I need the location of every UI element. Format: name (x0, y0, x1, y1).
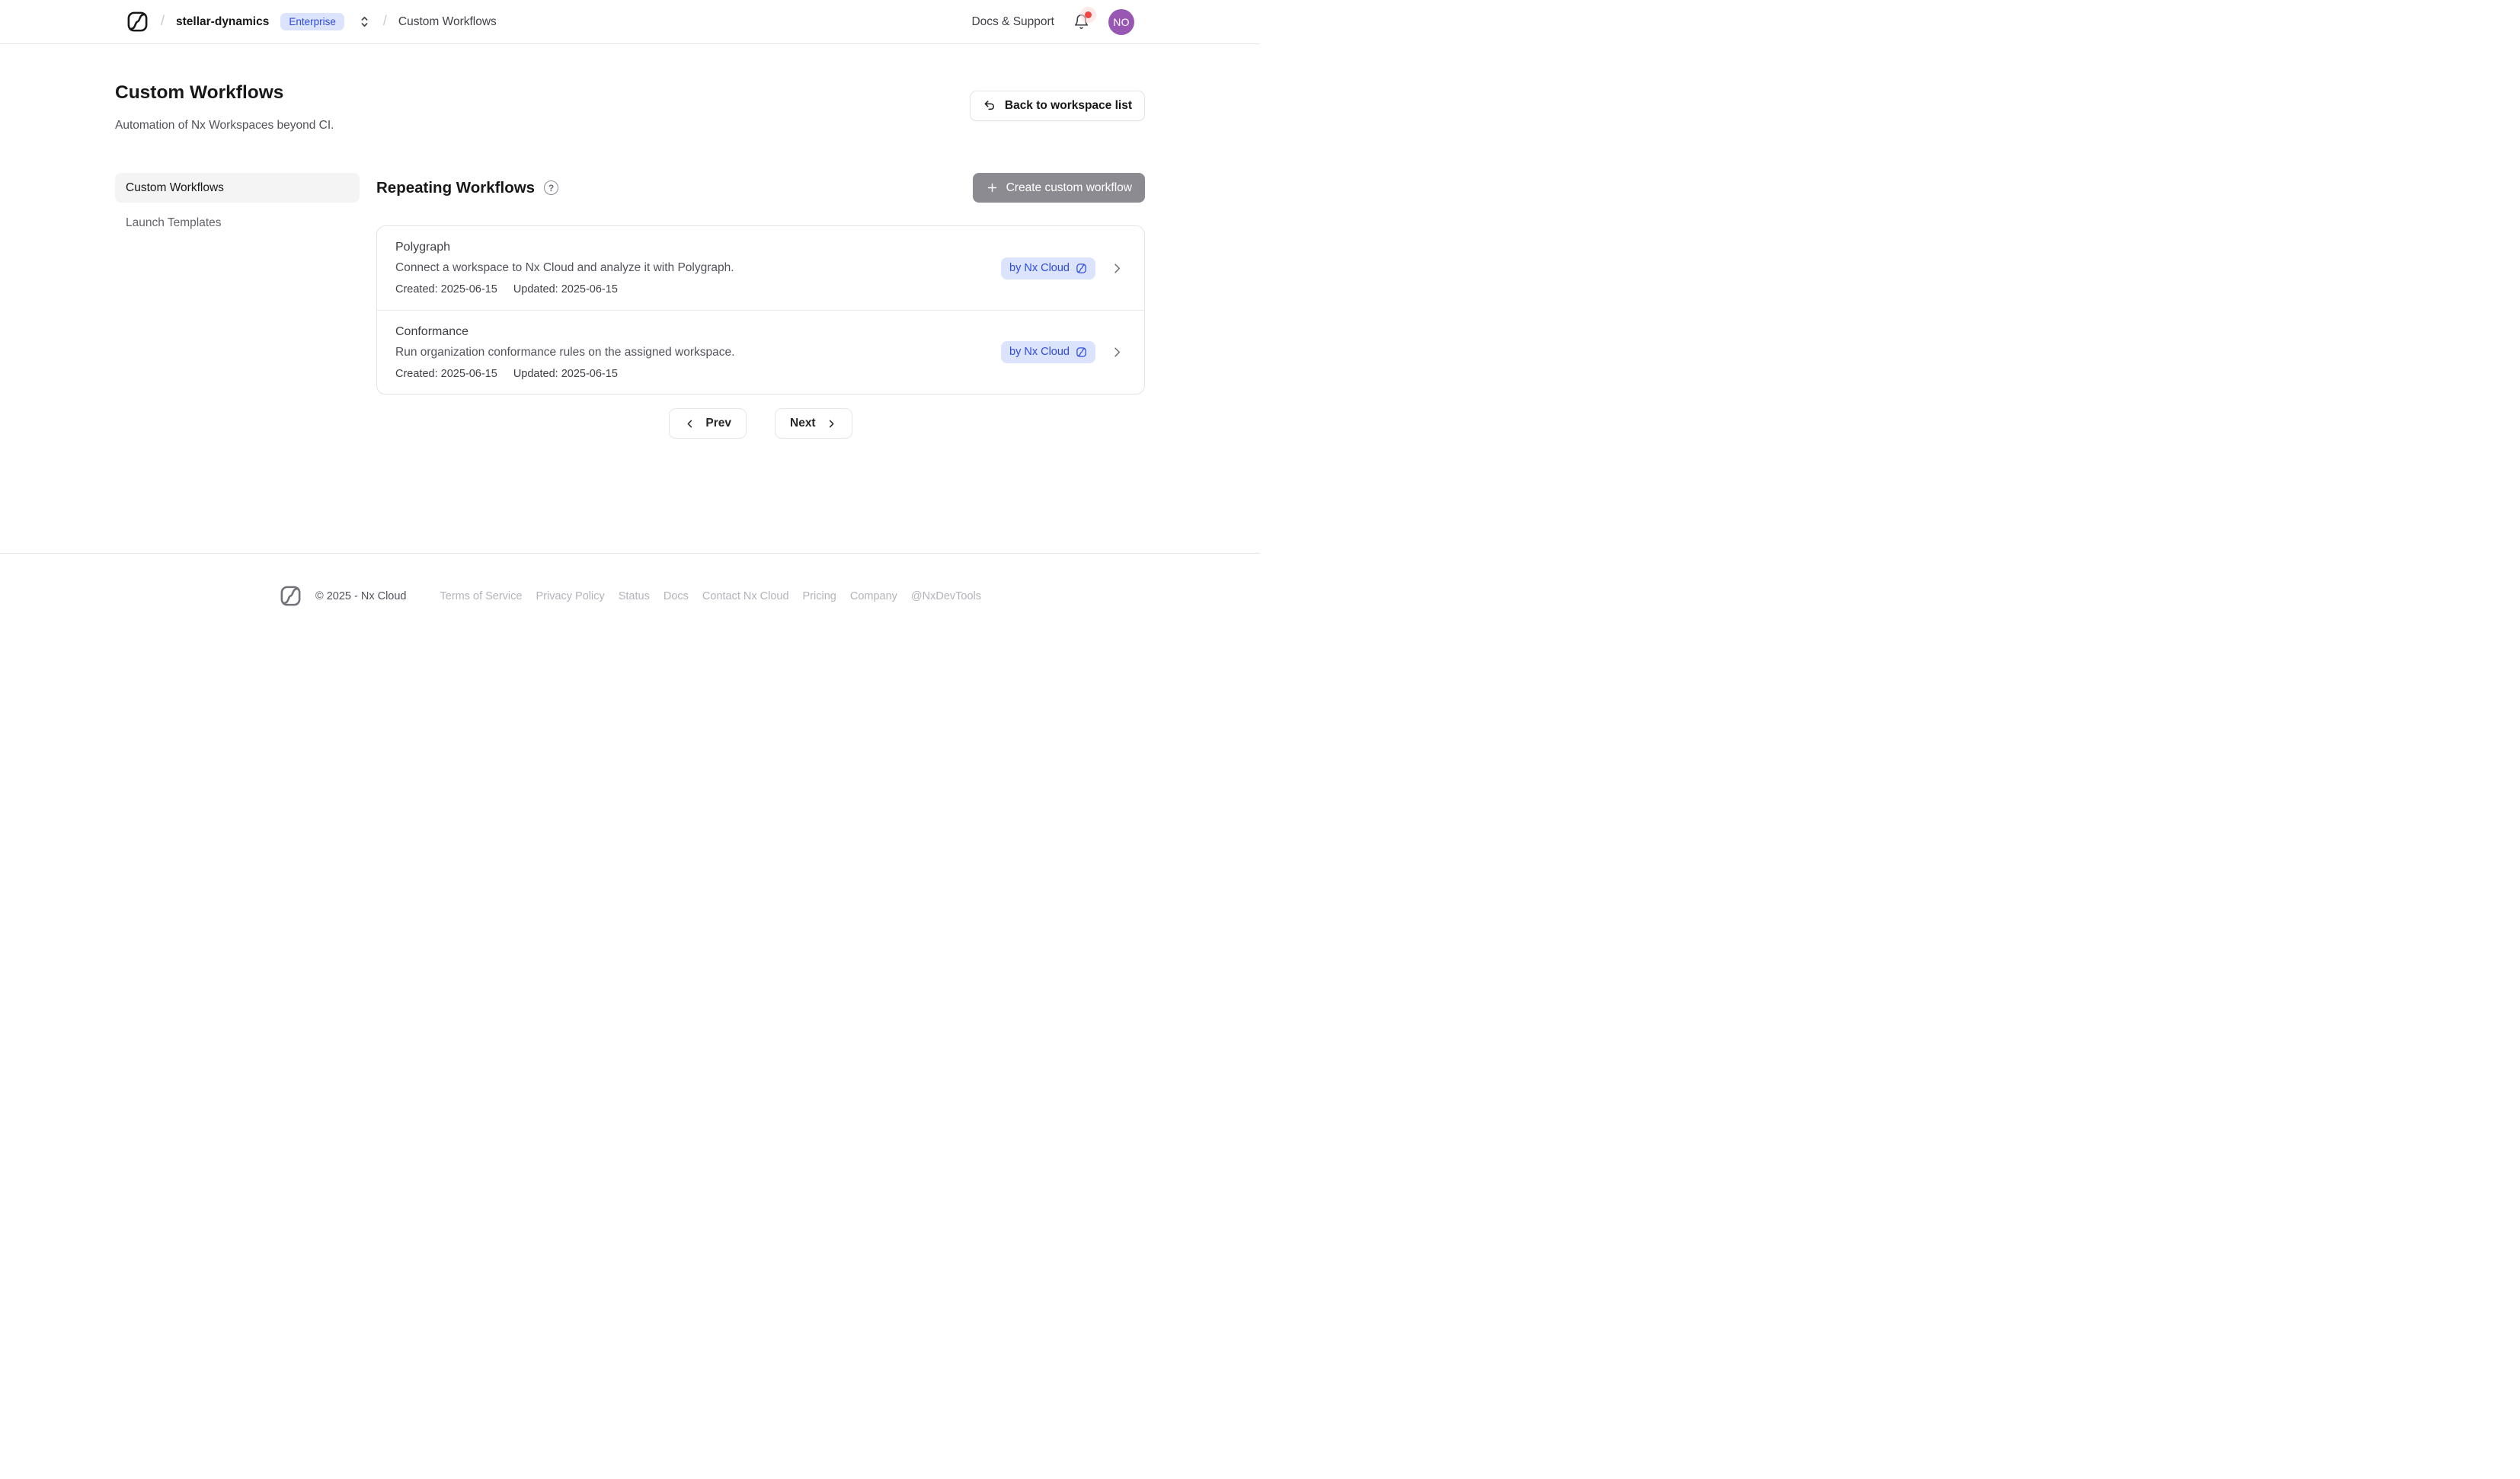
breadcrumb-current-page[interactable]: Custom Workflows (398, 15, 497, 29)
by-nx-cloud-badge: by Nx Cloud (1001, 257, 1095, 280)
nx-cloud-logo-icon (1076, 347, 1087, 358)
workflows-list: Polygraph Connect a workspace to Nx Clou… (376, 225, 1145, 395)
workflow-description: Run organization conformance rules on th… (395, 344, 734, 361)
prev-page-button[interactable]: Prev (669, 408, 747, 439)
workflow-row-polygraph[interactable]: Polygraph Connect a workspace to Nx Clou… (377, 226, 1144, 310)
sidebar-item-custom-workflows[interactable]: Custom Workflows (115, 173, 360, 203)
page-subtitle: Automation of Nx Workspaces beyond CI. (115, 118, 334, 133)
nx-cloud-logo-icon (1076, 263, 1087, 274)
badge-label: by Nx Cloud (1009, 347, 1070, 358)
plus-icon (986, 181, 999, 194)
breadcrumb: / stellar-dynamics Enterprise / Custom W… (126, 10, 497, 34)
page-header: Custom Workflows Automation of Nx Worksp… (115, 44, 1145, 133)
section-title-text: Repeating Workflows (376, 179, 535, 197)
footer-link-nxdevtools[interactable]: @NxDevTools (911, 590, 981, 602)
pagination: Prev Next (376, 408, 1145, 439)
next-page-button[interactable]: Next (775, 408, 852, 439)
main-panel: Repeating Workflows ? Create custom work… (376, 173, 1145, 439)
settings-sidebar: Custom Workflows Launch Templates (115, 173, 360, 439)
help-icon[interactable]: ? (544, 180, 558, 195)
notifications-button[interactable] (1073, 14, 1089, 30)
footer-link-docs[interactable]: Docs (664, 590, 689, 602)
nx-cloud-logo-icon[interactable] (126, 10, 149, 34)
top-navigation-bar: / stellar-dynamics Enterprise / Custom W… (0, 0, 1260, 44)
workflow-updated: Updated: 2025-06-15 (513, 282, 618, 297)
chevron-right-icon (1110, 261, 1124, 276)
create-button-label: Create custom workflow (1006, 181, 1132, 195)
create-custom-workflow-button[interactable]: Create custom workflow (973, 173, 1145, 203)
footer-links: Terms of Service Privacy Policy Status D… (440, 590, 982, 602)
prev-label: Prev (705, 417, 731, 430)
workflow-updated: Updated: 2025-06-15 (513, 366, 618, 382)
footer-link-pricing[interactable]: Pricing (803, 590, 836, 602)
topbar-actions: Docs & Support NO (971, 9, 1134, 35)
footer-link-privacy[interactable]: Privacy Policy (536, 590, 604, 602)
footer-link-terms[interactable]: Terms of Service (440, 590, 523, 602)
workflow-description: Connect a workspace to Nx Cloud and anal… (395, 260, 734, 276)
avatar-initials: NO (1113, 16, 1130, 28)
return-arrow-icon (983, 99, 996, 113)
workflow-name: Polygraph (395, 239, 734, 256)
badge-label: by Nx Cloud (1009, 263, 1070, 274)
workflow-meta: Created: 2025-06-15 Updated: 2025-06-15 (395, 366, 734, 382)
workflow-created: Created: 2025-06-15 (395, 282, 497, 297)
page-footer: © 2025 - Nx Cloud Terms of Service Priva… (0, 554, 1260, 608)
copyright-text: © 2025 - Nx Cloud (315, 590, 407, 602)
notification-dot (1085, 11, 1092, 18)
nx-cloud-logo-footer-icon (279, 584, 302, 608)
workspace-selector-button[interactable] (357, 14, 372, 30)
page-title: Custom Workflows (115, 81, 334, 104)
enterprise-plan-badge: Enterprise (280, 13, 344, 31)
workflow-meta: Created: 2025-06-15 Updated: 2025-06-15 (395, 282, 734, 297)
breadcrumb-workspace-link[interactable]: stellar-dynamics (176, 15, 269, 29)
footer-link-company[interactable]: Company (850, 590, 897, 602)
back-to-workspace-list-button[interactable]: Back to workspace list (970, 91, 1145, 121)
by-nx-cloud-badge: by Nx Cloud (1001, 341, 1095, 363)
section-title: Repeating Workflows ? (376, 179, 558, 197)
footer-link-contact[interactable]: Contact Nx Cloud (702, 590, 789, 602)
sidebar-item-launch-templates[interactable]: Launch Templates (115, 208, 360, 238)
workflow-row-conformance[interactable]: Conformance Run organization conformance… (377, 310, 1144, 394)
breadcrumb-separator: / (383, 13, 387, 29)
user-avatar[interactable]: NO (1108, 9, 1134, 35)
back-button-label: Back to workspace list (1005, 99, 1132, 113)
chevron-right-icon (1110, 345, 1124, 359)
app-root: / stellar-dynamics Enterprise / Custom W… (0, 0, 1260, 608)
next-label: Next (790, 417, 816, 430)
docs-support-link[interactable]: Docs & Support (971, 15, 1054, 29)
footer-link-status[interactable]: Status (619, 590, 650, 602)
chevron-right-icon (826, 418, 837, 430)
chevron-selector-vertical-icon (359, 15, 370, 28)
workflow-created: Created: 2025-06-15 (395, 366, 497, 382)
chevron-left-icon (684, 418, 696, 430)
workflow-name: Conformance (395, 324, 734, 340)
breadcrumb-separator: / (161, 13, 165, 29)
